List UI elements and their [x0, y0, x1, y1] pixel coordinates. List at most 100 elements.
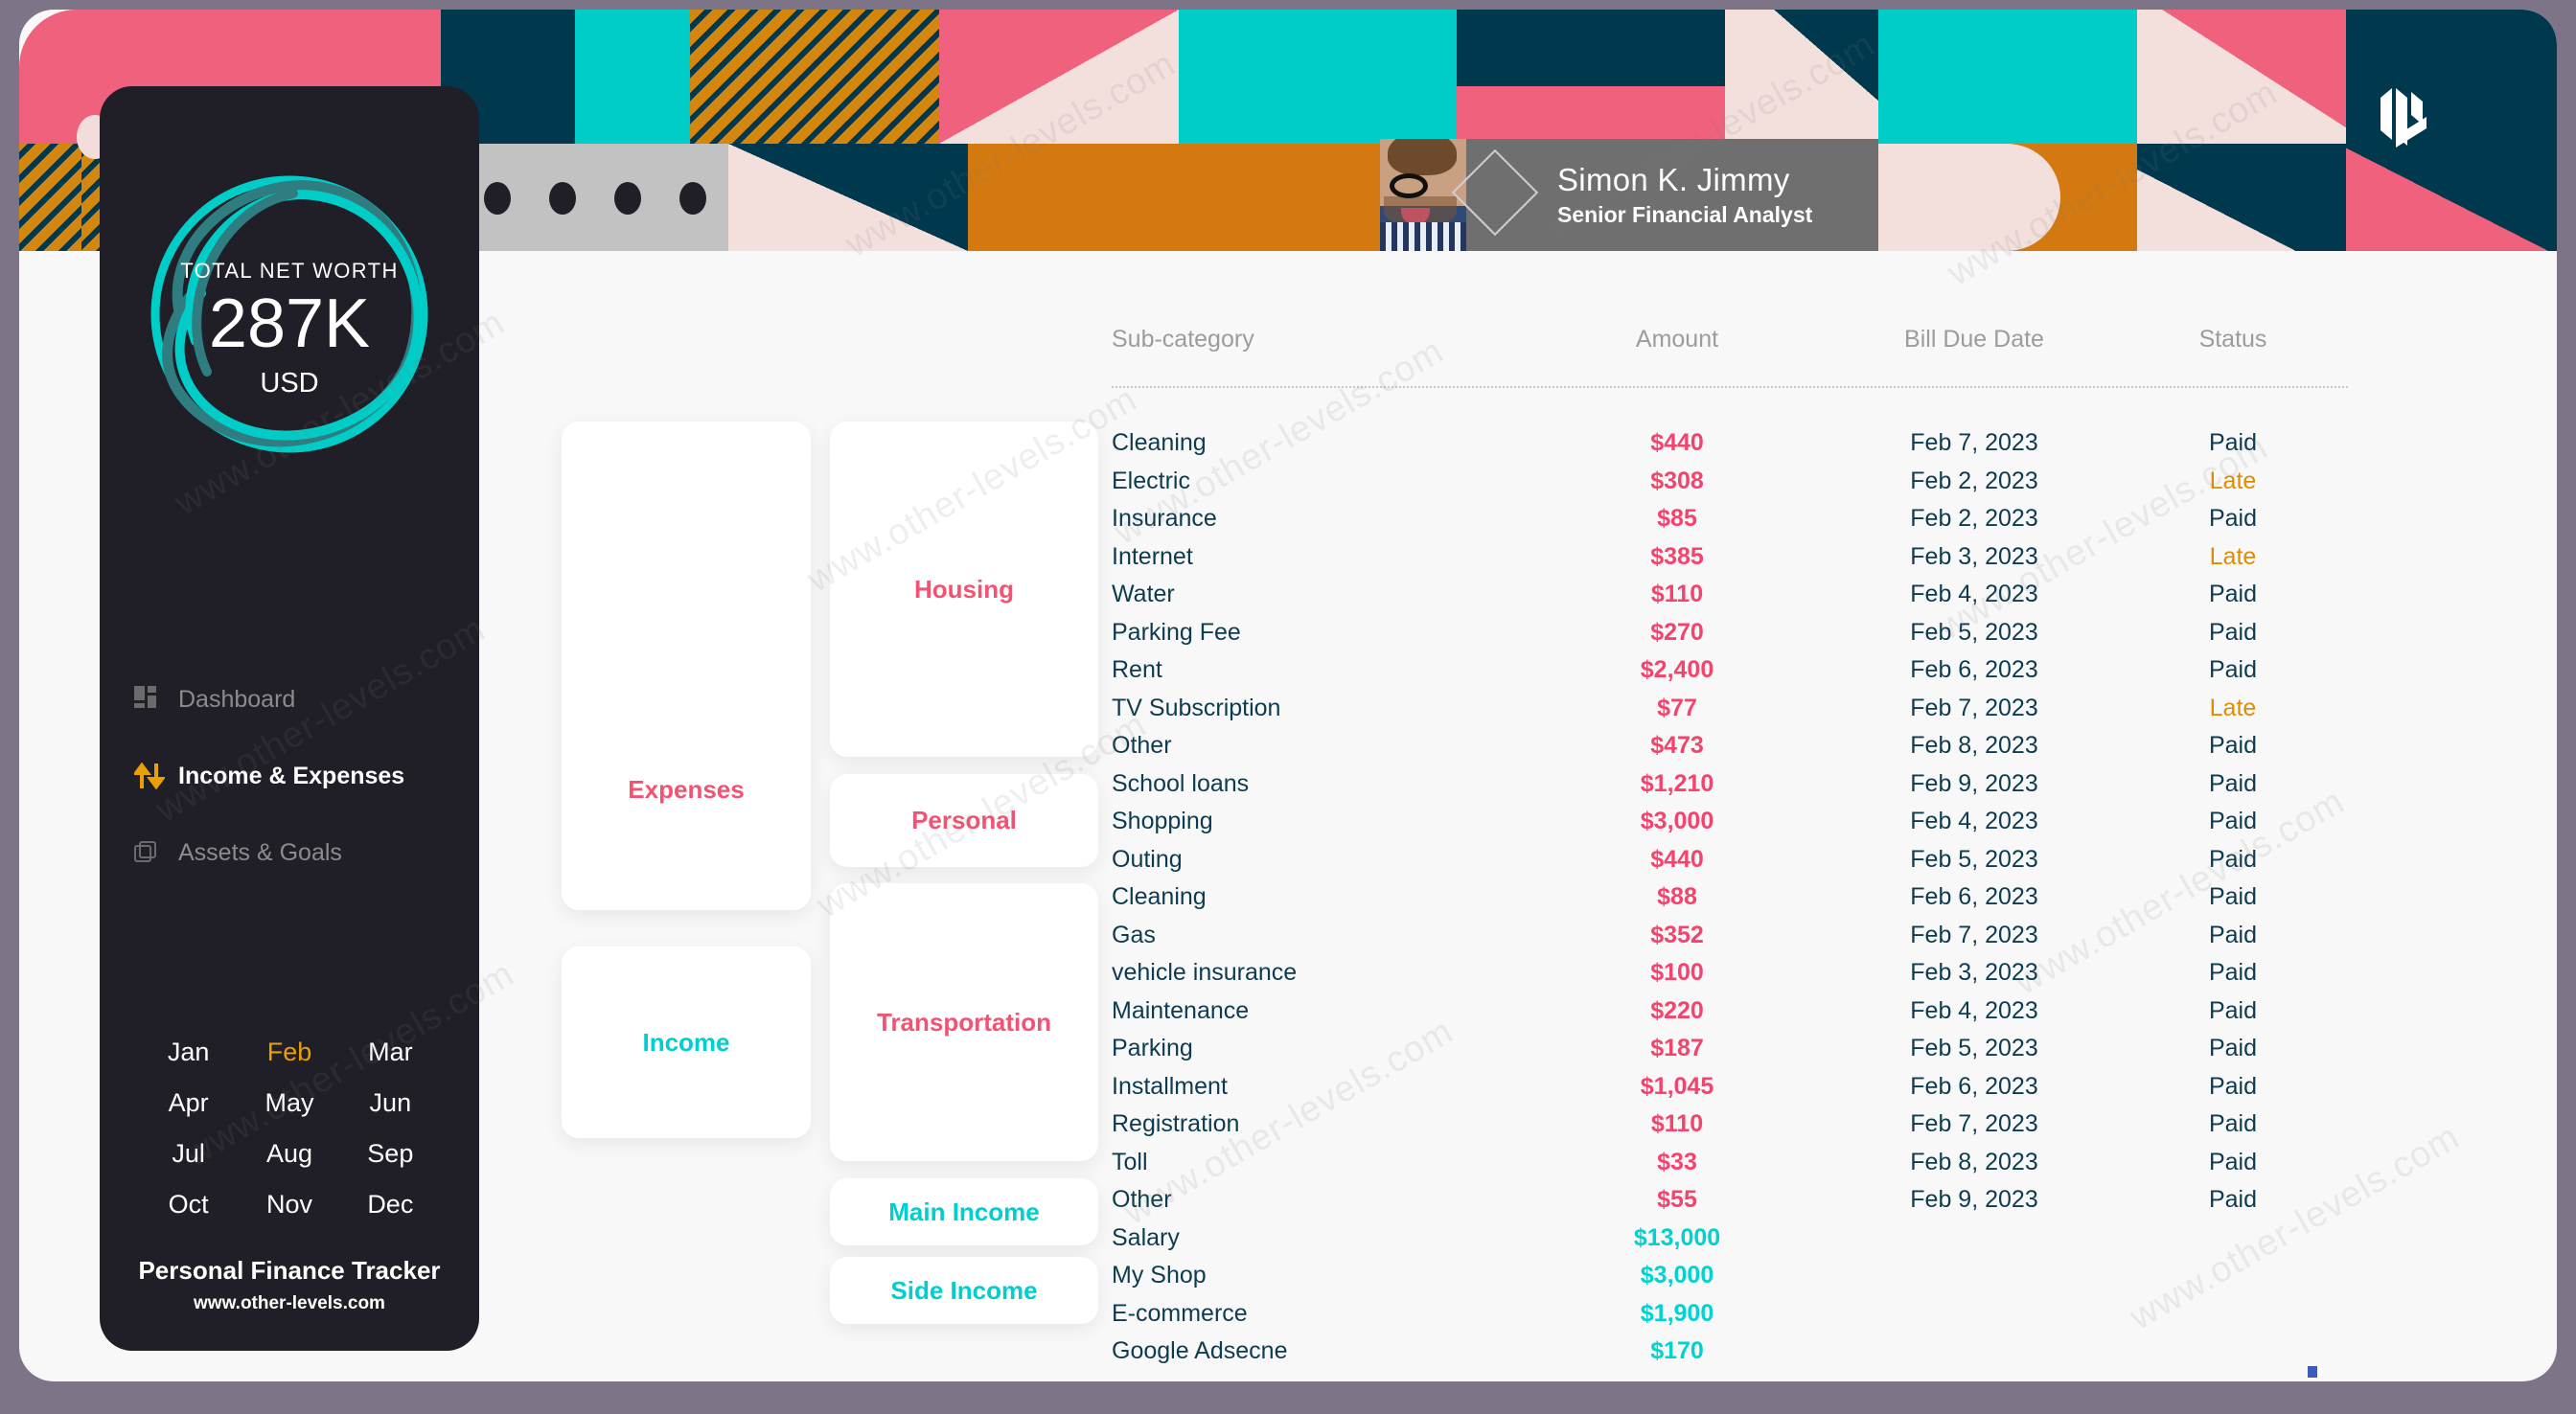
cell-sub-category: Parking Fee: [1112, 618, 1241, 646]
sidebar-item-label: Income & Expenses: [178, 762, 405, 789]
table-row[interactable]: Outing $440 Feb 5, 2023 Paid: [1112, 841, 2348, 879]
cell-amount: $88: [1657, 883, 1697, 911]
status-badge: Paid: [2208, 618, 2258, 646]
table-row[interactable]: Maintenance $220 Feb 4, 2023 Paid: [1112, 992, 2348, 1031]
status-badge: Paid: [2208, 505, 2258, 533]
cell-sub-category: Toll: [1112, 1148, 1148, 1175]
month-nov[interactable]: Nov: [239, 1182, 339, 1227]
user-profile-banner[interactable]: Simon K. Jimmy Senior Financial Analyst: [1380, 139, 1878, 251]
table-row[interactable]: My Shop $3,000: [1112, 1257, 2348, 1295]
banner-dot: [614, 182, 641, 215]
month-aug[interactable]: Aug: [239, 1131, 339, 1176]
cell-sub-category: Registration: [1112, 1110, 1240, 1138]
cell-bill-due-date: Feb 3, 2023: [1910, 542, 2038, 570]
card-housing[interactable]: Housing: [830, 422, 1098, 757]
table-row[interactable]: Water $110 Feb 4, 2023 Paid: [1112, 576, 2348, 614]
status-badge: Late: [2209, 467, 2257, 494]
cell-amount: $110: [1650, 1110, 1704, 1138]
sidebar-item-income-expenses[interactable]: Income & Expenses: [100, 738, 479, 814]
banner-dot: [549, 182, 576, 215]
card-side-income[interactable]: Side Income: [830, 1257, 1098, 1324]
month-oct[interactable]: Oct: [138, 1182, 239, 1227]
table-row[interactable]: Cleaning $440 Feb 7, 2023 Paid: [1112, 424, 2348, 463]
month-jun[interactable]: Jun: [340, 1081, 441, 1126]
cell-amount: $1,045: [1640, 1072, 1714, 1100]
table-row[interactable]: Salary $13,000: [1112, 1220, 2348, 1258]
card-label: Personal: [911, 806, 1017, 834]
table-row[interactable]: Registration $110 Feb 7, 2023 Paid: [1112, 1106, 2348, 1144]
cell-sub-category: Outing: [1112, 845, 1183, 873]
banner-shape-navy-corner: [1725, 10, 1878, 144]
sidebar-item-dashboard[interactable]: Dashboard: [100, 661, 479, 738]
month-feb[interactable]: Feb: [239, 1030, 339, 1075]
status-badge: Late: [2209, 542, 2257, 570]
status-badge: Paid: [2208, 656, 2258, 684]
table-row[interactable]: Electric $308 Feb 2, 2023 Late: [1112, 463, 2348, 501]
cell-sub-category: Gas: [1112, 921, 1156, 948]
month-jan[interactable]: Jan: [138, 1030, 239, 1075]
table-row[interactable]: E-commerce $1,900: [1112, 1295, 2348, 1334]
table-row[interactable]: Google Adsecne $170: [1112, 1333, 2348, 1371]
card-transportation[interactable]: Transportation: [830, 883, 1098, 1161]
cell-sub-category: Installment: [1112, 1072, 1228, 1100]
table-row[interactable]: Gas $352 Feb 7, 2023 Paid: [1112, 917, 2348, 955]
cell-sub-category: Rent: [1112, 656, 1162, 684]
table-row[interactable]: Cleaning $88 Feb 6, 2023 Paid: [1112, 878, 2348, 917]
table-header-row: Sub-category Amount Bill Due Date Status: [1112, 326, 2348, 388]
sidebar-item-label: Assets & Goals: [178, 838, 342, 866]
table-row[interactable]: TV Subscription $77 Feb 7, 2023 Late: [1112, 690, 2348, 728]
card-personal[interactable]: Personal: [830, 774, 1098, 867]
cell-bill-due-date: Feb 8, 2023: [1910, 1148, 2038, 1175]
cell-amount: $33: [1657, 1148, 1697, 1175]
cell-bill-due-date: Feb 8, 2023: [1910, 732, 2038, 760]
layers-icon: [134, 839, 178, 866]
table-row[interactable]: vehicle insurance $100 Feb 3, 2023 Paid: [1112, 954, 2348, 992]
month-mar[interactable]: Mar: [340, 1030, 441, 1075]
month-dec[interactable]: Dec: [340, 1182, 441, 1227]
cell-amount: $352: [1650, 921, 1704, 948]
cell-bill-due-date: Feb 7, 2023: [1910, 429, 2038, 457]
sidebar-item-assets-goals[interactable]: Assets & Goals: [100, 814, 479, 891]
sidebar-nav: Dashboard Income & Expenses Assets & Goa…: [100, 661, 479, 891]
profile-text-block: Simon K. Jimmy Senior Financial Analyst: [1557, 162, 1812, 228]
table-row[interactable]: Rent $2,400 Feb 6, 2023 Paid: [1112, 651, 2348, 690]
cell-bill-due-date: Feb 3, 2023: [1910, 959, 2038, 987]
card-income[interactable]: Income: [562, 946, 811, 1138]
cell-amount: $3,000: [1640, 808, 1714, 835]
table-row[interactable]: Internet $385 Feb 3, 2023 Late: [1112, 538, 2348, 577]
card-expenses[interactable]: Expenses: [562, 422, 811, 910]
status-badge: Late: [2209, 694, 2257, 721]
status-badge: Paid: [2208, 1148, 2258, 1175]
month-apr[interactable]: Apr: [138, 1081, 239, 1126]
table-row[interactable]: Installment $1,045 Feb 6, 2023 Paid: [1112, 1068, 2348, 1106]
table-row[interactable]: Parking Fee $270 Feb 5, 2023 Paid: [1112, 614, 2348, 652]
cell-amount: $100: [1650, 959, 1704, 987]
cell-amount: $3,000: [1640, 1262, 1714, 1289]
table-row[interactable]: Insurance $85 Feb 2, 2023 Paid: [1112, 500, 2348, 538]
status-badge: Paid: [2208, 1186, 2258, 1214]
table-row[interactable]: Other $55 Feb 9, 2023 Paid: [1112, 1181, 2348, 1220]
table-row[interactable]: Toll $33 Feb 8, 2023 Paid: [1112, 1144, 2348, 1182]
month-selector: Jan Feb Mar Apr May Jun Jul Aug Sep Oct …: [100, 1030, 479, 1227]
status-badge: Paid: [2208, 883, 2258, 911]
card-label: Main Income: [888, 1197, 1040, 1226]
card-label: Housing: [914, 574, 1014, 604]
card-main-income[interactable]: Main Income: [830, 1178, 1098, 1245]
month-sep[interactable]: Sep: [340, 1131, 441, 1176]
dl-monogram-logo-icon: [2380, 88, 2426, 148]
table-row[interactable]: School loans $1,210 Feb 9, 2023 Paid: [1112, 765, 2348, 804]
table-row[interactable]: Parking $187 Feb 5, 2023 Paid: [1112, 1030, 2348, 1068]
table-row[interactable]: Shopping $3,000 Feb 4, 2023 Paid: [1112, 803, 2348, 841]
banner-shape-orange-1: [968, 144, 1227, 251]
column-header-status: Status: [2198, 326, 2267, 353]
cell-amount: $77: [1657, 694, 1697, 721]
month-may[interactable]: May: [239, 1081, 339, 1126]
banner-shape-pink-diag: [2137, 10, 2346, 144]
cell-sub-category: Other: [1112, 1186, 1172, 1214]
banner-shape-diagonal-stripes-1: [690, 10, 939, 144]
month-jul[interactable]: Jul: [138, 1131, 239, 1176]
status-badge: Paid: [2208, 959, 2258, 987]
table-row[interactable]: Other $473 Feb 8, 2023 Paid: [1112, 727, 2348, 765]
banner-shape-teal-3: [1878, 10, 2137, 144]
cell-amount: $385: [1650, 542, 1704, 570]
